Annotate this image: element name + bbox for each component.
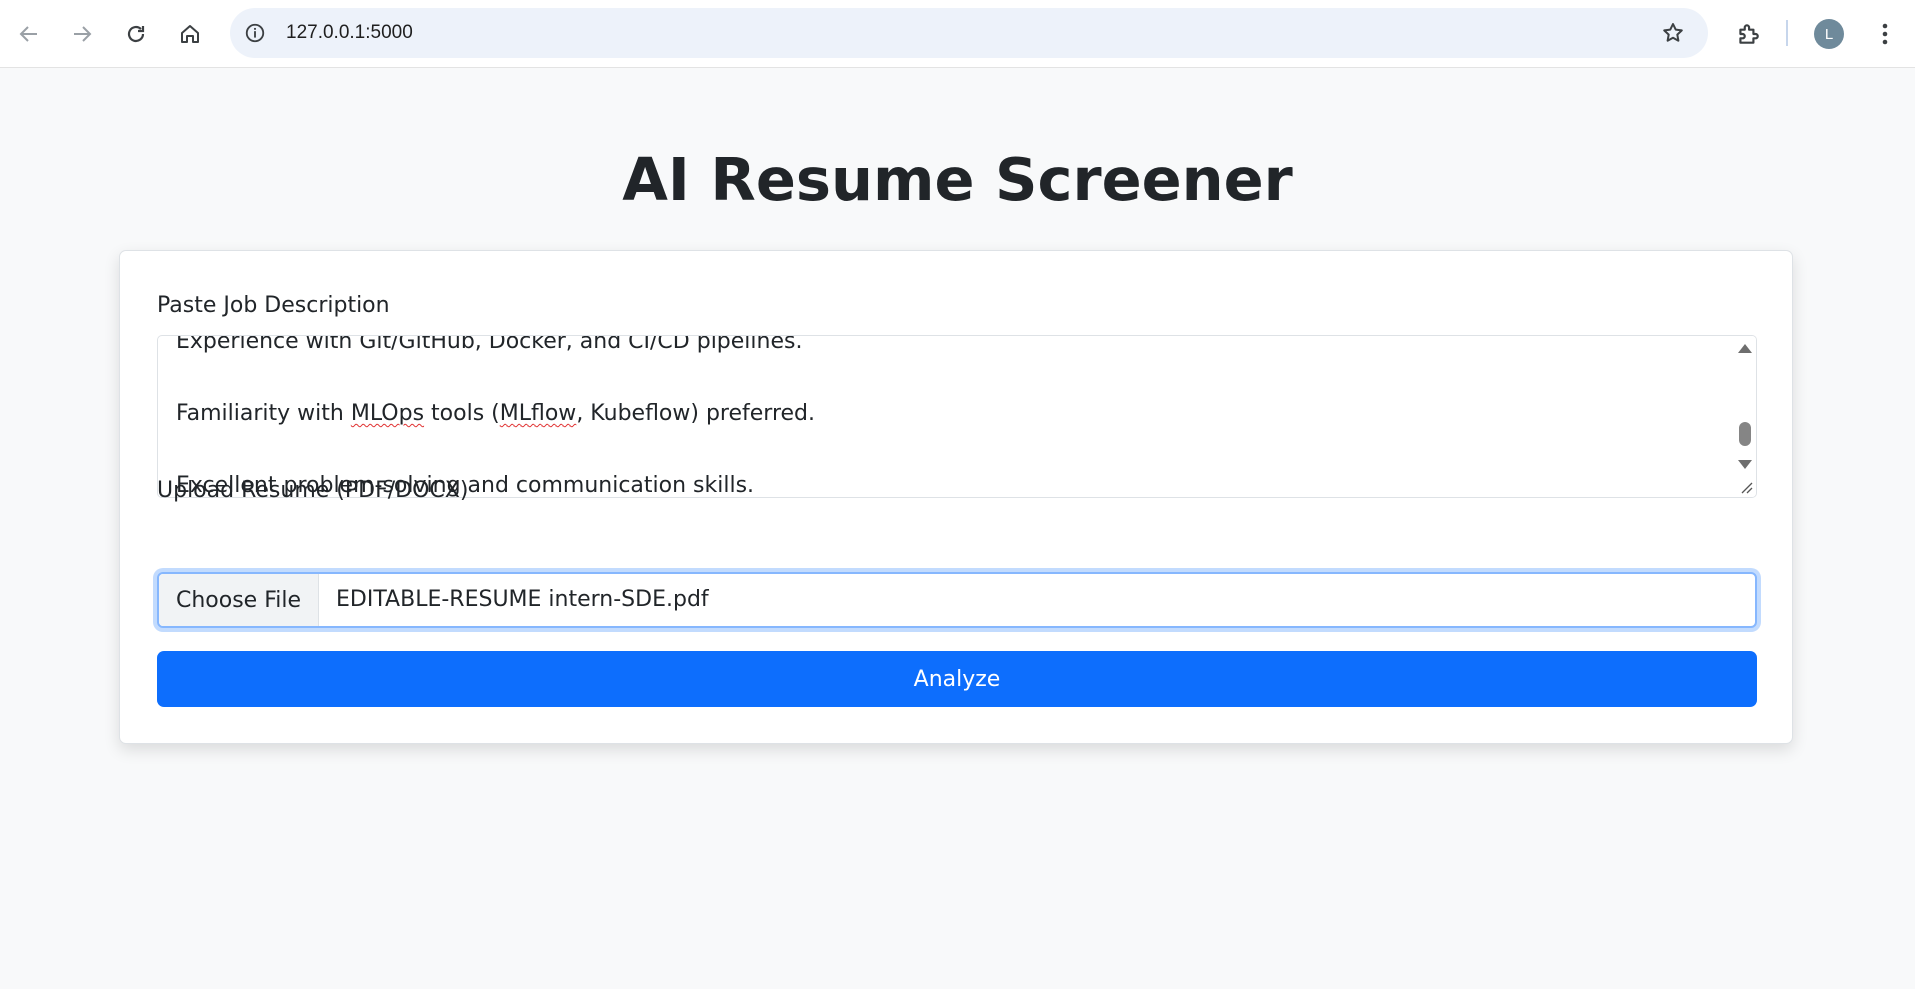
selected-file-name: EDITABLE-RESUME intern-SDE.pdf xyxy=(336,587,709,612)
more-menu-icon[interactable] xyxy=(1870,18,1900,50)
job-description-label: Paste Job Description xyxy=(157,293,390,318)
scroll-up-arrow-icon[interactable] xyxy=(1738,344,1752,353)
spellcheck-word: MLflow xyxy=(499,401,577,426)
page-title: AI Resume Screener xyxy=(622,145,1293,214)
job-line: Experience with Git/GitHub, Docker, and … xyxy=(176,335,803,354)
textarea-scrollbar[interactable] xyxy=(1734,336,1756,497)
job-line xyxy=(176,432,1716,468)
home-icon xyxy=(181,25,199,43)
extensions-icon[interactable] xyxy=(1732,18,1764,50)
scroll-down-arrow-icon[interactable] xyxy=(1738,460,1752,469)
forward-button[interactable] xyxy=(63,15,101,53)
upload-resume-label: Upload Resume (PDF/DOCX) xyxy=(157,478,469,503)
choose-file-button[interactable]: Choose File xyxy=(159,574,319,626)
browser-toolbar: 127.0.0.1:5000 L xyxy=(0,0,1915,68)
forward-arrow-icon xyxy=(74,26,92,42)
url-text[interactable]: 127.0.0.1:5000 xyxy=(286,22,413,44)
resume-file-input[interactable]: Choose File EDITABLE-RESUME intern-SDE.p… xyxy=(157,572,1757,628)
job-description-text[interactable]: Experience with Git/GitHub, Docker, and … xyxy=(176,335,1716,497)
job-description-textarea[interactable]: Experience with Git/GitHub, Docker, and … xyxy=(157,335,1757,498)
profile-avatar[interactable]: L xyxy=(1814,19,1844,49)
toolbar-divider xyxy=(1786,20,1788,46)
scrollbar-thumb[interactable] xyxy=(1739,422,1751,446)
job-line xyxy=(176,360,1716,396)
home-button[interactable] xyxy=(171,15,209,53)
resize-handle-icon[interactable] xyxy=(1739,480,1753,494)
job-line: Familiarity with MLOps tools (MLflow, Ku… xyxy=(176,401,816,426)
bookmark-star-icon[interactable] xyxy=(1660,20,1686,46)
reload-button[interactable] xyxy=(117,15,155,53)
back-button[interactable] xyxy=(10,15,48,53)
address-bar[interactable]: 127.0.0.1:5000 xyxy=(230,8,1708,58)
analyze-button[interactable]: Analyze xyxy=(157,651,1757,707)
spellcheck-word: MLOps xyxy=(350,401,425,426)
back-arrow-icon xyxy=(19,26,37,42)
screener-form-card: Paste Job Description Experience with Gi… xyxy=(119,250,1793,744)
reload-icon xyxy=(127,25,145,43)
site-info-icon[interactable] xyxy=(242,20,268,46)
